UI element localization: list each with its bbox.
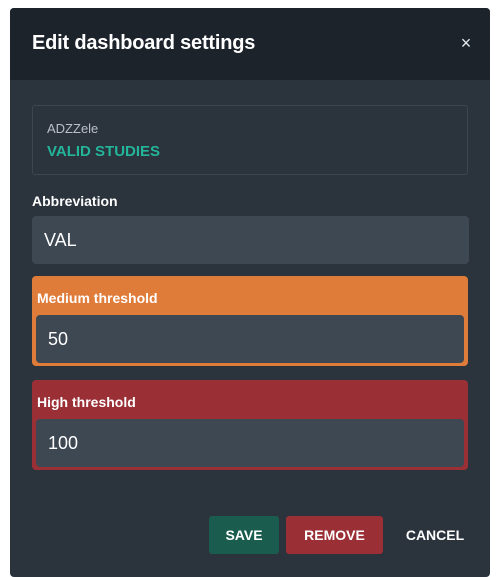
high-threshold-card: High threshold [32, 380, 468, 470]
edit-dashboard-dialog: Edit dashboard settings × ADZZele VALID … [10, 8, 490, 577]
remove-button[interactable]: REMOVE [286, 516, 383, 554]
indicator-info-box: ADZZele VALID STUDIES [32, 105, 468, 175]
dialog-title: Edit dashboard settings [32, 32, 256, 54]
medium-threshold-input[interactable] [36, 315, 464, 363]
abbreviation-input[interactable] [32, 216, 469, 264]
medium-threshold-card: Medium threshold [32, 276, 468, 366]
indicator-subtitle: ADZZele [47, 121, 99, 136]
high-threshold-input[interactable] [36, 419, 464, 467]
save-button[interactable]: SAVE [209, 516, 279, 554]
dialog-header: Edit dashboard settings × [10, 8, 490, 80]
indicator-name: VALID STUDIES [47, 143, 161, 160]
high-threshold-label: High threshold [37, 394, 136, 410]
cancel-button[interactable]: CANCEL [394, 516, 476, 554]
medium-threshold-label: Medium threshold [37, 290, 158, 306]
close-icon[interactable]: × [456, 32, 476, 54]
abbreviation-label: Abbreviation [32, 193, 118, 209]
